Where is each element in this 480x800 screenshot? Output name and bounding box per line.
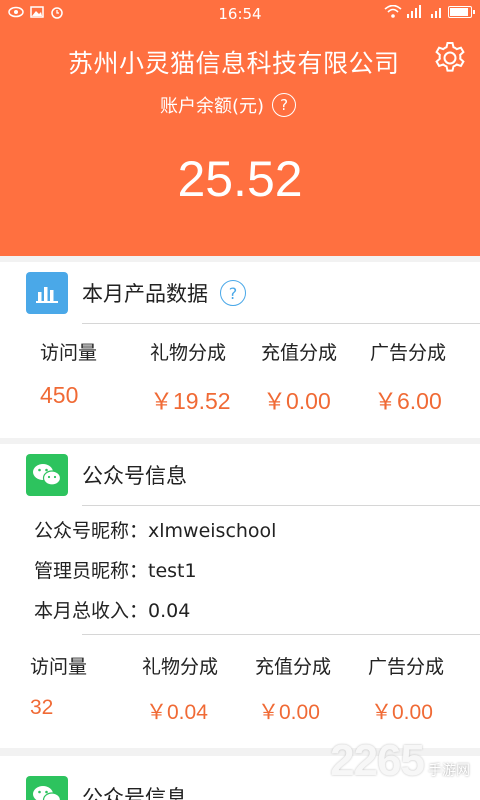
stat-label-visits: 访问量 (30, 656, 88, 678)
monthly-stats: 访问量 礼物分成 充值分成 广告分成 450 ￥19.52 ￥0.00 ￥6.0… (0, 324, 480, 444)
signal-icon (407, 5, 421, 18)
account-card-title: 公众号信息 (82, 786, 187, 800)
status-icons-right (384, 5, 475, 19)
wechat-icon (26, 454, 68, 496)
question-icon[interactable]: ? (272, 93, 297, 117)
stat-label-ads: 广告分成 (368, 656, 445, 678)
stat-value-gift: ￥19.52 (150, 388, 231, 414)
stat-value-ads: ￥6.00 (374, 388, 442, 414)
stat-value-gift: ￥0.04 (146, 701, 208, 724)
question-icon[interactable]: ? (220, 280, 246, 306)
stat-label-gift: 礼物分成 (142, 656, 219, 678)
stat-label-ads: 广告分成 (370, 342, 447, 364)
account-nickname: 公众号昵称：xlmweischool (34, 520, 277, 542)
stat-value-ads: ￥0.00 (371, 701, 433, 724)
stat-label-recharge: 充值分成 (255, 656, 332, 678)
monthly-data-card: 本月产品数据 ? 访问量 礼物分成 充值分成 广告分成 450 ￥19.52 ￥… (0, 262, 480, 438)
balance-label-text: 账户余额(元) (160, 96, 265, 117)
divider (82, 505, 480, 506)
account-header: 16:54 苏州小灵猫信息科技有限公司 账户余额(元) ? 25.52 (0, 0, 480, 256)
wechat-icon (26, 776, 68, 800)
monthly-income: 本月总收入：0.04 (34, 600, 191, 622)
balance-amount: 25.52 (177, 151, 303, 207)
monthly-data-header: 本月产品数据 ? (0, 262, 480, 324)
company-name: 苏州小灵猫信息科技有限公司 (68, 49, 400, 78)
balance-label: 账户余额(元) ? (160, 92, 297, 118)
stat-value-visits: 32 (30, 696, 54, 719)
divider (82, 634, 480, 635)
stat-value-visits: 450 (40, 382, 79, 408)
stat-label-visits: 访问量 (40, 342, 98, 364)
stat-value-recharge: ￥0.00 (263, 388, 331, 414)
bar-chart-icon (26, 272, 68, 314)
battery-icon (448, 6, 475, 18)
account-card[interactable]: 公众号信息 公众号昵称：xlmweischool 管理员昵称：test1 本月总… (0, 444, 480, 748)
wifi-icon (384, 5, 402, 18)
admin-nickname: 管理员昵称：test1 (34, 560, 197, 582)
monthly-data-title: 本月产品数据 (82, 282, 208, 306)
status-bar: 16:54 (0, 0, 480, 28)
account-card-title: 公众号信息 (82, 464, 187, 488)
watermark-text: 手游网 (428, 763, 470, 779)
stat-label-gift: 礼物分成 (150, 342, 227, 364)
battery-fill (450, 8, 468, 16)
gear-icon[interactable] (432, 40, 468, 76)
stat-label-recharge: 充值分成 (261, 342, 338, 364)
stat-value-recharge: ￥0.00 (258, 701, 320, 724)
signal-secondary-icon (431, 8, 441, 18)
account-card-header: 公众号信息 (0, 444, 480, 506)
watermark-number: 2265 (330, 736, 425, 785)
site-watermark: 2265 手游网 (330, 736, 470, 786)
